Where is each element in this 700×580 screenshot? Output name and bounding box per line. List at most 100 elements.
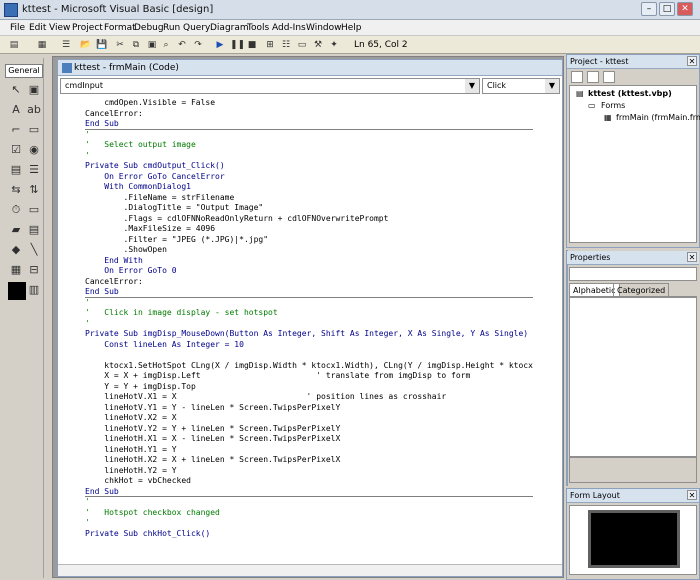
code-line[interactable]: Const lineLen As Integer = 10 xyxy=(85,340,533,351)
listbox-icon[interactable]: ☰ xyxy=(26,162,42,178)
code-line[interactable]: ' Hotspot checkbox changed xyxy=(85,508,533,519)
toggle-folders-icon[interactable] xyxy=(603,71,615,83)
code-line[interactable]: ktocx1.SetHotSpot CLng(X / imgDisp.Width… xyxy=(85,361,533,372)
code-line[interactable]: .Flags = cdlOFNNoReadOnlyReturn + cdlOFN… xyxy=(85,214,533,225)
properties-grid[interactable] xyxy=(569,297,697,457)
form-layout-icon[interactable]: ▭ xyxy=(296,39,308,51)
end-icon[interactable]: ■ xyxy=(246,39,258,51)
code-line[interactable]: ' Select output image xyxy=(85,140,533,151)
optionbutton-icon[interactable]: ◉ xyxy=(26,142,42,158)
redo-icon[interactable]: ↷ xyxy=(192,39,204,51)
view-object-icon[interactable] xyxy=(587,71,599,83)
code-line[interactable]: On Error GoTo CancelError xyxy=(85,172,533,183)
code-line[interactable]: ' xyxy=(85,130,533,141)
project-root-node[interactable]: kttest (kttest.vbp) xyxy=(588,89,672,98)
code-line[interactable]: CancelError: xyxy=(85,109,533,120)
code-line[interactable]: ' xyxy=(85,151,533,162)
object-browser-icon[interactable]: ⚒ xyxy=(312,39,324,51)
close-icon[interactable]: ✕ xyxy=(687,252,697,262)
close-icon[interactable]: ✕ xyxy=(687,56,697,66)
paste-icon[interactable]: ▣ xyxy=(146,39,158,51)
menu-add-ins[interactable]: Add-Ins xyxy=(272,23,306,33)
break-icon[interactable]: ❚❚ xyxy=(230,39,245,51)
maximize-button[interactable]: □ xyxy=(659,2,675,16)
line-icon[interactable]: ╲ xyxy=(26,242,42,258)
menu-edit[interactable]: Edit xyxy=(29,23,46,33)
commondialog-icon[interactable]: ▥ xyxy=(26,282,42,298)
menu-help[interactable]: Help xyxy=(341,23,362,33)
code-line[interactable] xyxy=(85,350,533,361)
menu-window[interactable]: Window xyxy=(306,23,342,33)
code-line[interactable]: ' xyxy=(85,298,533,309)
code-line[interactable]: ' xyxy=(85,319,533,330)
open-icon[interactable]: 📂 xyxy=(80,39,92,51)
timer-icon[interactable]: ⏱ xyxy=(8,202,24,218)
minimize-button[interactable]: – xyxy=(641,2,657,16)
close-icon[interactable]: ✕ xyxy=(687,490,697,500)
filelistbox-icon[interactable]: ▤ xyxy=(26,222,42,238)
undo-icon[interactable]: ↶ xyxy=(176,39,188,51)
cut-icon[interactable]: ✂ xyxy=(114,39,126,51)
code-line[interactable]: ' xyxy=(85,497,533,508)
code-line[interactable]: X = X + imgDisp.Left ' translate from im… xyxy=(85,371,533,382)
menu-view[interactable]: View xyxy=(49,23,70,33)
code-line[interactable]: End Sub xyxy=(85,287,533,298)
menu-debug[interactable]: Debug xyxy=(134,23,164,33)
object-combo[interactable]: cmdInput ▼ xyxy=(60,78,480,94)
code-line[interactable]: Private Sub imgDisp_MouseDown(Button As … xyxy=(85,329,533,340)
code-line[interactable]: On Error GoTo 0 xyxy=(85,266,533,277)
tab-categorized[interactable]: Categorized xyxy=(613,283,670,297)
dirlistbox-icon[interactable]: ▰ xyxy=(8,222,24,238)
menu-diagram[interactable]: Diagram xyxy=(210,23,249,33)
properties-icon[interactable]: ☷ xyxy=(280,39,292,51)
toolbox-general-tab[interactable]: General xyxy=(5,64,43,78)
picturebox-icon[interactable]: ▣ xyxy=(26,82,42,98)
code-line[interactable]: CancelError: xyxy=(85,277,533,288)
close-button[interactable]: ✕ xyxy=(677,2,693,16)
add-project-icon[interactable]: ▤ xyxy=(8,39,20,51)
view-code-icon[interactable] xyxy=(571,71,583,83)
code-line[interactable]: End With xyxy=(85,256,533,267)
pointer-icon[interactable]: ↖ xyxy=(8,82,24,98)
horizontal-scrollbar[interactable] xyxy=(58,564,562,576)
code-line[interactable]: Y = Y + imgDisp.Top xyxy=(85,382,533,393)
hscrollbar-icon[interactable]: ⇆ xyxy=(8,182,24,198)
menu-format[interactable]: Format xyxy=(104,23,136,33)
code-line[interactable]: lineHotH.X2 = X + lineLen * Screen.Twips… xyxy=(85,455,533,466)
form-node[interactable]: frmMain (frmMain.frm) xyxy=(616,113,700,122)
image-icon[interactable]: ▦ xyxy=(8,262,24,278)
code-line[interactable]: lineHotV.X1 = X ' position lines as cros… xyxy=(85,392,533,403)
code-line[interactable]: cmdOpen.Visible = False xyxy=(85,98,533,109)
code-line[interactable]: lineHotV.Y2 = Y + lineLen * Screen.Twips… xyxy=(85,424,533,435)
data-icon[interactable]: ⊟ xyxy=(26,262,42,278)
label-icon[interactable]: A xyxy=(8,102,24,118)
code-line[interactable]: lineHotV.X2 = X xyxy=(85,413,533,424)
toolbox-icon[interactable]: ✦ xyxy=(328,39,340,51)
code-line[interactable]: .FileName = strFilename xyxy=(85,193,533,204)
drivelistbox-icon[interactable]: ▭ xyxy=(26,202,42,218)
code-line[interactable]: ' xyxy=(85,518,533,529)
code-line[interactable]: .DialogTitle = "Output Image" xyxy=(85,203,533,214)
menu-project[interactable]: Project xyxy=(72,23,103,33)
code-line[interactable]: ' Click in image display - set hotspot xyxy=(85,308,533,319)
menu-query[interactable]: Query xyxy=(183,23,210,33)
commandbutton-icon[interactable]: ▭ xyxy=(26,122,42,138)
find-icon[interactable]: ⌕ xyxy=(160,39,172,51)
code-line[interactable]: Private Sub cmdOutput_Click() xyxy=(85,161,533,172)
menu-editor-icon[interactable]: ☰ xyxy=(60,39,72,51)
code-line[interactable]: Private Sub chkHot_Click() xyxy=(85,529,533,540)
code-editor[interactable]: cmdOpen.Visible = False CancelError: End S… xyxy=(58,96,562,564)
code-line[interactable]: lineHotH.Y2 = Y xyxy=(85,466,533,477)
add-form-icon[interactable]: ▦ xyxy=(36,39,48,51)
procedure-combo[interactable]: Click ▼ xyxy=(482,78,560,94)
code-line[interactable]: End Sub xyxy=(85,487,533,497)
save-icon[interactable]: 💾 xyxy=(96,39,108,51)
project-explorer-icon[interactable]: ⊞ xyxy=(264,39,276,51)
code-line[interactable]: .Filter = "JPEG (*.JPG)|*.jpg" xyxy=(85,235,533,246)
menu-tools[interactable]: Tools xyxy=(247,23,269,33)
object-selector-combo[interactable] xyxy=(569,267,697,281)
code-line[interactable]: chkHot = vbChecked xyxy=(85,476,533,487)
code-line[interactable]: With CommonDialog1 xyxy=(85,182,533,193)
combobox-icon[interactable]: ▤ xyxy=(8,162,24,178)
code-line[interactable]: lineHotH.X1 = X - lineLen * Screen.Twips… xyxy=(85,434,533,445)
